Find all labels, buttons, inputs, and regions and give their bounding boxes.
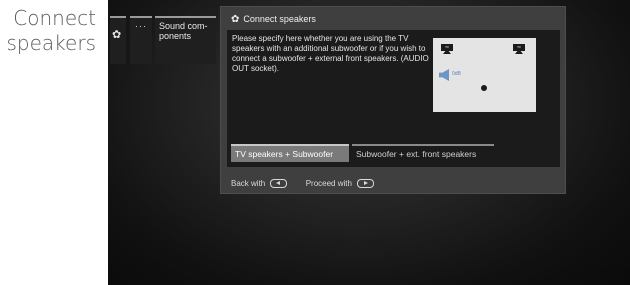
option-subwoofer-ext-front-speakers[interactable]: Subwoofer + ext. front speakers — [352, 144, 494, 162]
gear-icon: ✿ — [231, 14, 240, 25]
option-tv-speakers-subwoofer[interactable]: TV speakers + Subwoofer — [231, 144, 349, 162]
side-caption: Connect speakers — [6, 6, 97, 55]
menu-item-label: Sound com- ponents — [159, 21, 208, 41]
tv-left-icon: TV — [441, 44, 453, 54]
menu-more-tab[interactable]: ··· — [130, 16, 152, 64]
menu-settings-tab[interactable]: ✿ — [110, 16, 126, 64]
tv-left-label: TV — [441, 44, 453, 51]
dialog-header: ✿ Connect speakers — [231, 12, 316, 26]
dialog-title: Connect speakers — [243, 14, 316, 24]
forward-button-icon — [357, 178, 375, 188]
level-label: 0dB — [452, 71, 461, 77]
back-hint-label: Back with — [231, 179, 266, 188]
listener-position-dot — [481, 85, 487, 91]
back-button-icon — [270, 178, 288, 188]
subwoofer-speaker-icon — [439, 69, 449, 81]
speaker-layout-preview: TV TV 0dB — [433, 38, 536, 112]
proceed-hint-label: Proceed with — [305, 179, 352, 188]
dialog-description: Please specify here whether you are usin… — [232, 34, 429, 73]
connect-speakers-dialog: ✿ Connect speakers Please specify here wh… — [220, 6, 566, 194]
dialog-footer: Back with Proceed with — [231, 178, 375, 190]
dialog-body: Please specify here whether you are usin… — [227, 30, 560, 167]
tv-right-icon: TV — [513, 44, 525, 54]
tv-screen: ✿ ··· Sound com- ponents ✿ Connect speake… — [108, 0, 630, 285]
menu-item-sound-components[interactable]: Sound com- ponents — [155, 16, 216, 64]
tv-right-label: TV — [513, 44, 525, 51]
menu-dots: ··· — [135, 21, 147, 31]
gear-icon: ✿ — [112, 29, 122, 41]
